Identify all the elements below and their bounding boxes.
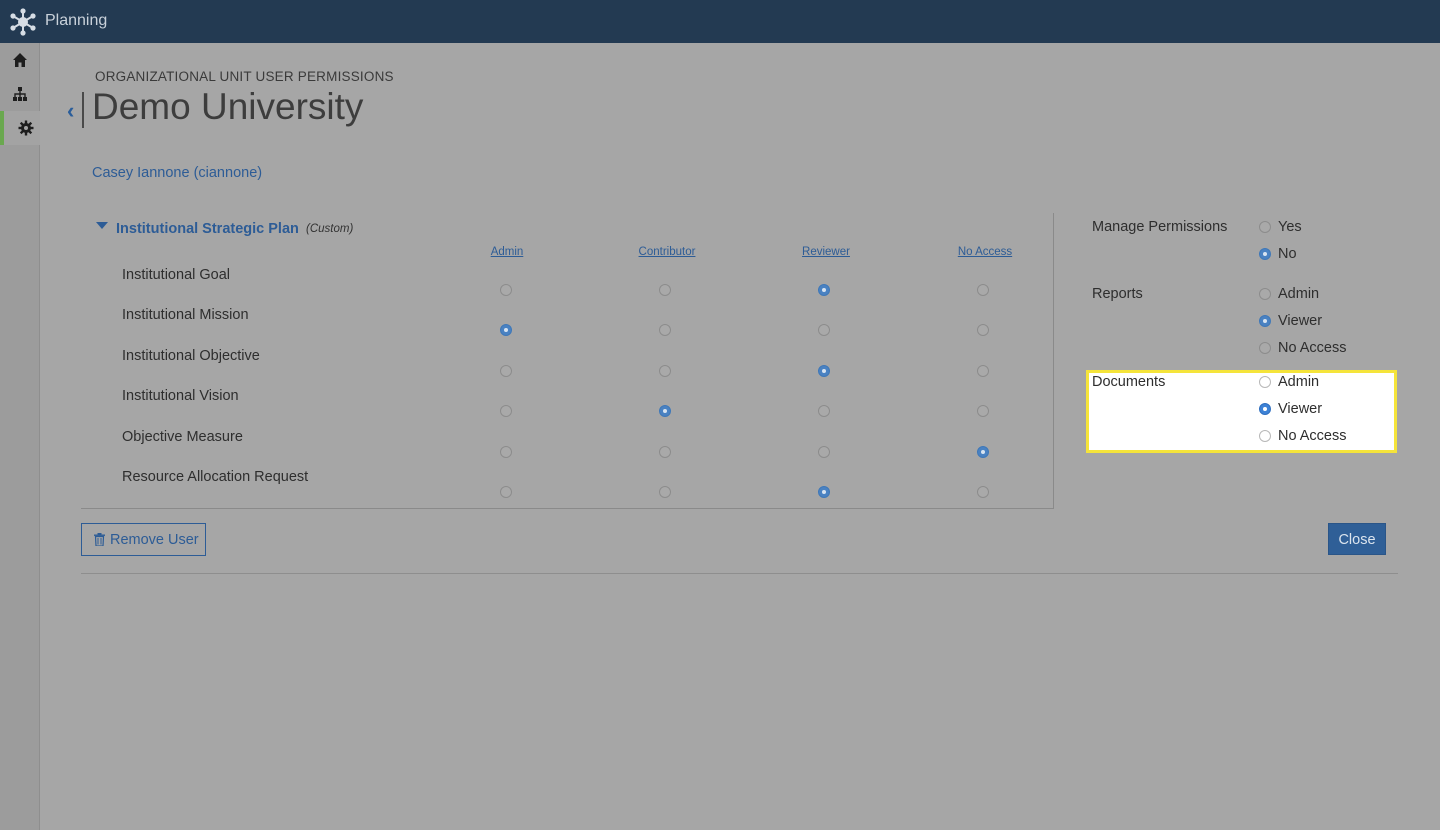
documents-admin-radio[interactable] <box>1259 376 1271 388</box>
column-header-reviewer[interactable]: Reviewer <box>776 246 876 258</box>
sidebar-item-home[interactable] <box>0 43 40 77</box>
close-label: Close <box>1338 532 1376 548</box>
permission-radio-admin[interactable] <box>500 445 512 458</box>
permission-radio-admin[interactable] <box>500 284 512 296</box>
permission-radio-no-access[interactable] <box>977 364 989 377</box>
sidebar-item-settings[interactable] <box>0 111 40 145</box>
plan-tag: (Custom) <box>306 223 354 235</box>
manage-permissions-no-radio[interactable] <box>1259 248 1271 260</box>
reports-viewer-label: Viewer <box>1278 313 1323 329</box>
documents-viewer-label: Viewer <box>1278 401 1323 417</box>
app-logo-icon[interactable] <box>8 7 38 37</box>
column-header-no-access[interactable]: No Access <box>935 246 1035 258</box>
documents-admin-label: Admin <box>1278 374 1320 390</box>
permission-radio-contributor[interactable] <box>659 486 671 498</box>
permission-radio-reviewer[interactable] <box>818 284 830 296</box>
chevron-left-icon: ‹ <box>67 98 75 123</box>
column-header-contributor[interactable]: Contributor <box>617 246 717 258</box>
permission-radio-contributor[interactable] <box>659 364 671 377</box>
reports-admin-radio[interactable] <box>1259 288 1271 300</box>
manage-permissions-label: Manage Permissions <box>1092 219 1228 235</box>
plan-name-link[interactable]: Institutional Strategic Plan <box>116 221 299 237</box>
permission-row-label: Objective Measure <box>122 428 243 445</box>
permission-radio-reviewer[interactable] <box>818 445 830 458</box>
reports-no-access-radio[interactable] <box>1259 342 1271 354</box>
page-subtitle: ORGANIZATIONAL UNIT USER PERMISSIONS <box>95 69 394 84</box>
permission-radio-no-access[interactable] <box>977 486 989 498</box>
permission-radio-no-access[interactable] <box>977 284 989 296</box>
caret-down-icon[interactable] <box>96 222 108 229</box>
user-link[interactable]: Casey Iannone (ciannone) <box>92 165 262 181</box>
permission-row-label: Resource Allocation Request <box>122 469 309 485</box>
sidebar-item-hierarchy[interactable] <box>0 77 40 111</box>
org-chart-icon <box>13 87 27 101</box>
column-header-admin[interactable]: Admin <box>457 246 557 258</box>
reports-admin-label: Admin <box>1278 286 1320 302</box>
permission-radio-contributor[interactable] <box>659 284 671 296</box>
top-bar: Planning <box>0 0 1440 43</box>
remove-user-label: Remove User <box>110 532 199 548</box>
app-title: Planning <box>45 12 108 29</box>
permission-radio-reviewer[interactable] <box>818 486 830 498</box>
permission-radio-no-access[interactable] <box>977 445 989 458</box>
home-icon <box>13 53 27 67</box>
gear-icon <box>18 120 34 136</box>
reports-label: Reports <box>1092 286 1143 302</box>
documents-viewer-radio[interactable] <box>1259 403 1271 415</box>
permission-row-label: Institutional Vision <box>122 388 239 405</box>
remove-user-button[interactable]: Remove User <box>81 523 206 556</box>
manage-permissions-yes-radio[interactable] <box>1259 221 1271 233</box>
documents-no-access-radio[interactable] <box>1259 430 1271 442</box>
permission-row-label: Institutional Mission <box>122 307 249 324</box>
sidebar <box>0 43 40 830</box>
page-title: Demo University <box>92 86 364 127</box>
title-divider <box>82 92 84 128</box>
manage-permissions-yes-label: Yes <box>1278 219 1302 235</box>
permission-radio-admin[interactable] <box>500 486 512 498</box>
close-button[interactable]: Close <box>1328 523 1386 555</box>
reports-no-access-label: No Access <box>1278 340 1347 356</box>
permission-radio-reviewer[interactable] <box>818 364 830 377</box>
permission-radio-admin[interactable] <box>500 364 512 377</box>
permission-row-label: Institutional Goal <box>122 267 231 283</box>
footer-divider <box>81 573 1398 574</box>
manage-permissions-no-label: No <box>1278 246 1297 262</box>
trash-icon <box>94 533 105 546</box>
permission-radio-contributor[interactable] <box>659 445 671 458</box>
reports-viewer-radio[interactable] <box>1259 315 1271 327</box>
documents-label: Documents <box>1092 374 1166 390</box>
documents-no-access-label: No Access <box>1278 428 1347 444</box>
permission-row-label: Institutional Objective <box>122 347 260 364</box>
